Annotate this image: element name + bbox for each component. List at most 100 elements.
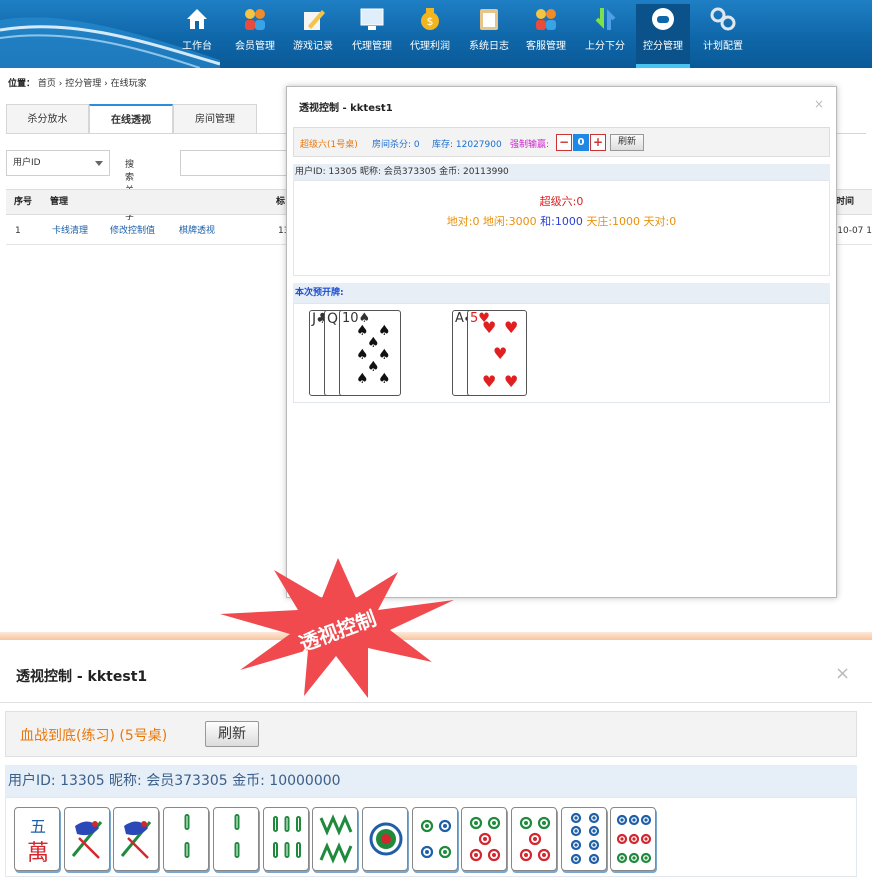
mahjong-tile-art-icon: [617, 814, 652, 864]
mahjong-tile: [312, 807, 359, 871]
title-divider: [0, 702, 872, 703]
breadcrumb-prefix: 位置：: [8, 79, 36, 89]
result-line-2: 地对:0 地闲:3000 和:1000 天庄:1000 天对:0: [294, 213, 829, 229]
nav-item-9[interactable]: 计划配置: [696, 4, 750, 64]
clipboard-icon: [462, 6, 516, 32]
mahjong-tile: [63, 807, 110, 871]
nav-item-label: 系统日志: [469, 41, 509, 52]
svg-text:五: 五: [30, 817, 46, 836]
mahjong-tile: [262, 807, 309, 871]
nav-item-label: 上分下分: [585, 41, 625, 52]
room-bar: 超级六(1号桌) 房间杀分: 0 库存: 12027900 强制输赢: − 0 …: [293, 127, 830, 157]
refresh-button[interactable]: 刷新: [610, 134, 644, 151]
card-view-link[interactable]: 棋牌透视: [179, 217, 215, 245]
room-name: 超级六(1号桌): [300, 140, 358, 150]
mahjong-tile-art-icon: [470, 816, 501, 862]
money-bag-icon: $: [403, 6, 457, 32]
result-part-c: 天庄:1000 天对:0: [582, 215, 677, 228]
nav-item-label: 工作台: [182, 41, 212, 52]
svg-text:萬: 萬: [27, 841, 49, 866]
user-field-select[interactable]: 用户ID: [6, 150, 110, 176]
refresh-button-large[interactable]: 刷新: [205, 721, 259, 747]
svg-text:♠: ♠: [356, 371, 369, 387]
select-value: 用户ID: [13, 158, 41, 168]
house-icon: [170, 6, 224, 32]
col-index: 序号: [14, 197, 33, 207]
nav-item-label: 控分管理: [643, 41, 683, 52]
svg-text:♥: ♥: [504, 372, 518, 391]
nav-item-6[interactable]: 客服管理: [519, 4, 573, 64]
breadcrumb-control[interactable]: 控分管理: [65, 79, 101, 89]
svg-text:♠: ♠: [378, 347, 391, 363]
nav-item-3[interactable]: 代理管理: [345, 4, 399, 64]
mahjong-tile-art-icon: [369, 822, 403, 856]
svg-text:♠: ♠: [378, 371, 391, 387]
row-index: 1: [15, 226, 21, 236]
top-navigation-bar: 工作台 会员管理 游戏记录 代理管理 $ 代理利润 系统日志 客服管理 上分下分 控分管理 计划配置: [0, 0, 872, 68]
svg-text:♠: ♠: [378, 323, 391, 339]
mahjong-tile-art-icon: [420, 819, 451, 859]
monitor-icon: [345, 6, 399, 32]
mahjong-tile: [361, 807, 408, 871]
tab-kill-release[interactable]: 杀分放水: [6, 104, 89, 134]
mahjong-tile-art-icon: 五萬: [27, 817, 49, 866]
playing-card: 5♥ ♥ ♥ ♥ ♥ ♥: [467, 310, 527, 396]
room-name-large: 血战到底(练习) (5号桌): [20, 728, 168, 744]
view-control-dialog: 透视控制 - kktest1 × 超级六(1号桌) 房间杀分: 0 库存: 12…: [286, 86, 837, 598]
mahjong-tile-art-icon: [121, 821, 152, 859]
nav-item-2[interactable]: 游戏记录: [286, 4, 340, 64]
breadcrumb: 位置： 首页 › 控分管理 › 在线玩家: [8, 76, 147, 89]
gears-icon: [696, 6, 750, 32]
row-date: -10-07 1: [834, 226, 872, 236]
breadcrumb-sep: ›: [104, 79, 108, 89]
breadcrumb-sep: ›: [58, 79, 63, 89]
chevron-down-icon: [95, 161, 103, 166]
search-input[interactable]: [180, 150, 300, 176]
nav-item-label: 代理利润: [410, 41, 450, 52]
result-part-b: 和:1000: [540, 215, 583, 228]
mahjong-tile-art-icon: [570, 812, 599, 865]
tab-room-manage[interactable]: 房间管理: [173, 104, 257, 134]
nav-item-4[interactable]: $ 代理利润: [403, 4, 457, 64]
svg-text:$: $: [427, 15, 434, 28]
nav-item-7[interactable]: 上分下分: [578, 4, 632, 64]
room-kill: 房间杀分: 0: [372, 140, 420, 150]
nav-item-8[interactable]: 控分管理: [636, 4, 690, 68]
preview-cards-label: 本次预开牌:: [293, 283, 830, 303]
members-icon: [228, 6, 282, 32]
svg-text:♥: ♥: [482, 318, 496, 337]
edit-control-link[interactable]: 修改控制值: [110, 217, 155, 245]
col-partial: 标: [276, 197, 286, 207]
result-part-a: 地对:0 地闲:3000: [446, 215, 541, 228]
clear-line-link[interactable]: 卡线清理: [52, 217, 88, 245]
heart-pips-icon: ♥ ♥ ♥ ♥ ♥: [482, 318, 518, 391]
stepper-plus-button[interactable]: +: [590, 134, 606, 151]
nav-item-0[interactable]: 工作台: [170, 4, 224, 64]
svg-text:♥: ♥: [504, 318, 518, 337]
room-stock: 库存: 12027900: [432, 140, 502, 150]
close-icon[interactable]: ×: [835, 663, 850, 684]
nav-item-5[interactable]: 系统日志: [462, 4, 516, 64]
mahjong-tile: [560, 807, 607, 871]
tab-online-view[interactable]: 在线透视: [89, 104, 173, 134]
nav-item-label: 代理管理: [352, 41, 392, 52]
dialog-title-large: 透视控制 - kktest1: [16, 669, 148, 685]
mahjong-tile: [212, 807, 259, 871]
stepper-value[interactable]: 0: [573, 134, 589, 151]
nav-item-1[interactable]: 会员管理: [228, 4, 282, 64]
col-time: 时间: [836, 197, 855, 207]
arrows-icon: [578, 6, 632, 32]
mahjong-tile: [113, 807, 160, 871]
stepper-minus-button[interactable]: −: [556, 134, 572, 151]
preview-cards-panel: J♣ Q♣ 10♠ ♠♠ ♠ ♠♠ ♠ ♠♠ A♣ 5♥: [293, 303, 830, 403]
user-info-large: 用户ID: 13305 昵称: 会员373305 金币: 10000000: [5, 765, 857, 797]
close-icon[interactable]: ×: [814, 97, 824, 111]
room-bar-large: 血战到底(练习) (5号桌) 刷新: [5, 711, 857, 757]
force-label: 强制输赢:: [510, 140, 550, 150]
spade-pips-icon: ♠ ♠ ♠ ♠ ♠ ♠ ♠ ♠: [356, 323, 391, 387]
breadcrumb-home[interactable]: 首页: [38, 79, 56, 89]
mahjong-tile-art-icon: [272, 816, 301, 858]
col-manage: 管理: [50, 197, 69, 207]
playing-card: 10♠ ♠ ♠ ♠ ♠ ♠ ♠ ♠ ♠: [339, 310, 401, 396]
mahjong-tile: [163, 807, 210, 871]
